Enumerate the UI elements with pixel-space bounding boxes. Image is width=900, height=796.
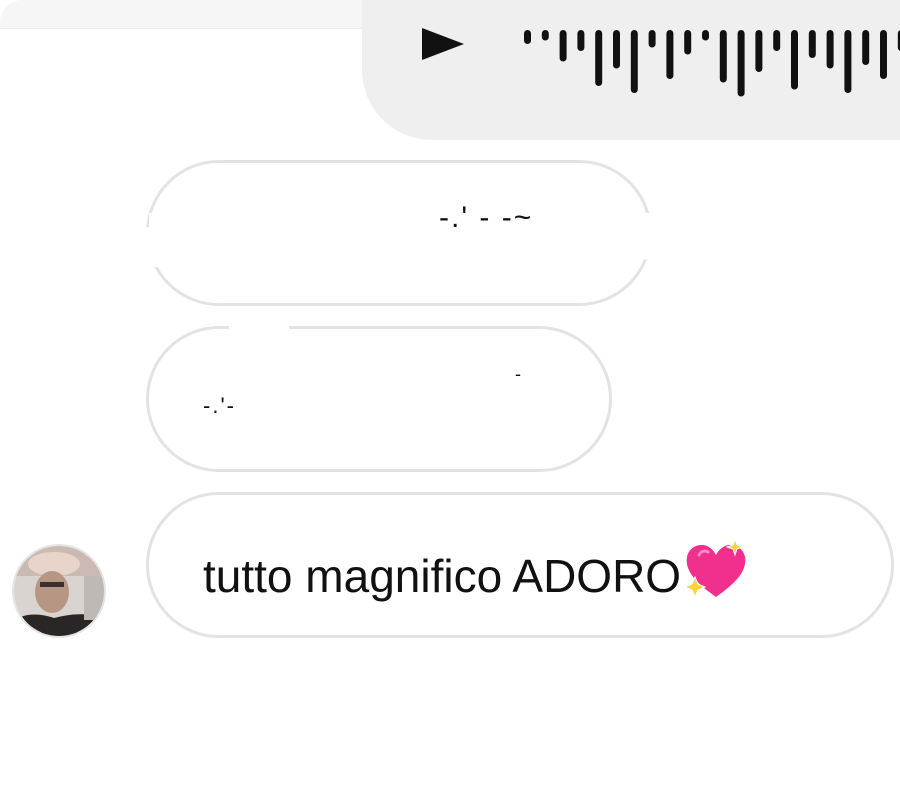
- waveform-bar: [880, 30, 887, 79]
- message-bubble-redacted-2[interactable]: -.'- -: [146, 323, 612, 472]
- waveform-bar: [595, 30, 603, 86]
- waveform-bar: [613, 30, 620, 69]
- play-icon: [422, 28, 464, 60]
- waveform-bar: [844, 30, 852, 93]
- chat-screen: -.' - -~ -.'- - tutto magnifico ADORO: [0, 0, 900, 796]
- waveform: [524, 30, 900, 97]
- waveform-bar: [666, 30, 674, 79]
- waveform-bar: [755, 30, 763, 72]
- avatar-photo: [14, 546, 104, 636]
- message-text: tutto magnifico ADORO: [203, 549, 682, 602]
- waveform-bar: [808, 30, 816, 58]
- waveform-bar: [826, 30, 834, 69]
- voice-message-bubble[interactable]: [362, 0, 900, 140]
- waveform-bar: [577, 30, 585, 51]
- waveform-bar: [862, 30, 870, 65]
- message-bubble-redacted-1[interactable]: -.' - -~: [145, 160, 654, 306]
- waveform-bar: [524, 30, 531, 44]
- waveform-bar: [541, 30, 549, 41]
- redacted-text-residue: -.'-: [203, 393, 236, 418]
- waveform-bar: [719, 30, 727, 83]
- waveform-bar: [684, 30, 692, 55]
- waveform-bar: [791, 30, 798, 90]
- user-avatar[interactable]: [12, 544, 106, 638]
- waveform-bar: [559, 30, 567, 62]
- sparkling-heart-icon: [683, 537, 749, 614]
- voice-message-graphic: [422, 28, 900, 97]
- waveform-bar: [648, 30, 656, 48]
- waveform-bar: [630, 30, 638, 93]
- waveform-bar: [773, 30, 781, 51]
- message-bubble-reply[interactable]: tutto magnifico ADORO: [146, 492, 894, 638]
- waveform-bar: [737, 30, 745, 97]
- redacted-text-residue: -: [515, 364, 523, 384]
- waveform-bar: [702, 30, 709, 41]
